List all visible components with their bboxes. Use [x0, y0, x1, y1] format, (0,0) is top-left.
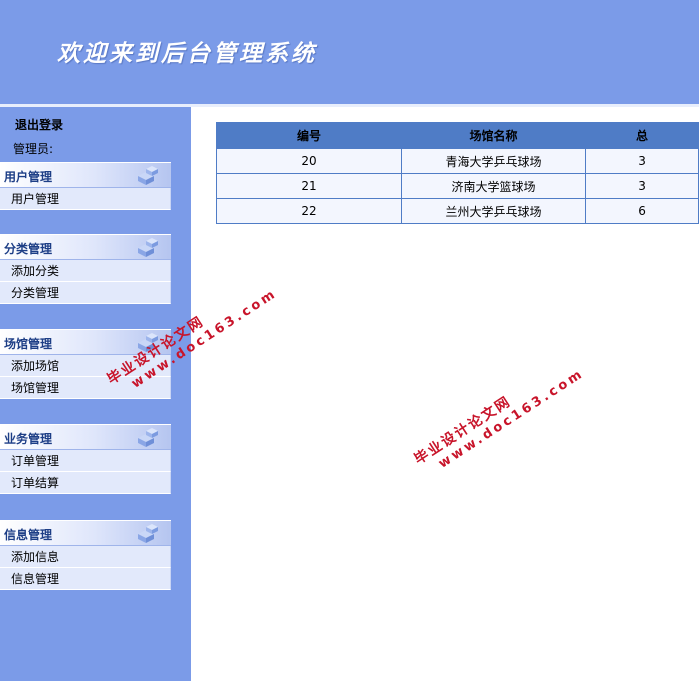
menu-group-info: 信息管理 添加信息 信息管理 — [0, 520, 171, 590]
admin-label: 管理员: — [13, 142, 54, 156]
menu-header-info[interactable]: 信息管理 — [0, 520, 171, 546]
column-header-id: 编号 — [215, 122, 403, 149]
cell-id: 22 — [215, 198, 403, 224]
menu-header-label: 信息管理 — [4, 528, 53, 542]
cubes-icon — [138, 238, 158, 257]
venue-table: 编号 场馆名称 总 20 青海大学乒乓球场 3 21 济南大学篮球场 3 22 … — [215, 122, 699, 224]
menu-header-categories[interactable]: 分类管理 — [0, 234, 171, 260]
logout-link[interactable]: 退出登录 — [15, 116, 63, 133]
cell-total: 3 — [585, 148, 699, 174]
menu-item-user-management[interactable]: 用户管理 — [0, 188, 171, 210]
table-row[interactable]: 22 兰州大学乒乓球场 6 — [215, 198, 699, 224]
menu-header-venues[interactable]: 场馆管理 — [0, 329, 171, 355]
cell-venue-name: 青海大学乒乓球场 — [401, 148, 587, 174]
page-title: 欢迎来到后台管理系统 — [57, 40, 317, 67]
menu-item-order-management[interactable]: 订单管理 — [0, 450, 171, 472]
menu-item-info-management[interactable]: 信息管理 — [0, 568, 171, 590]
menu-group-venues: 场馆管理 添加场馆 场馆管理 — [0, 329, 171, 399]
table-row[interactable]: 20 青海大学乒乓球场 3 — [215, 148, 699, 174]
column-header-venue-name: 场馆名称 — [401, 122, 587, 149]
cubes-icon — [138, 166, 158, 185]
cell-venue-name: 济南大学篮球场 — [401, 173, 587, 199]
menu-group-categories: 分类管理 添加分类 分类管理 — [0, 234, 171, 304]
menu-item-add-info[interactable]: 添加信息 — [0, 546, 171, 568]
menu-item-order-settlement[interactable]: 订单结算 — [0, 472, 171, 494]
menu-item-category-management[interactable]: 分类管理 — [0, 282, 171, 304]
cell-id: 21 — [215, 173, 403, 199]
menu-header-users[interactable]: 用户管理 — [0, 162, 171, 188]
menu-group-users: 用户管理 用户管理 — [0, 162, 171, 210]
menu-item-venue-management[interactable]: 场馆管理 — [0, 377, 171, 399]
menu-header-label: 场馆管理 — [4, 337, 53, 351]
menu-item-add-category[interactable]: 添加分类 — [0, 260, 171, 282]
header-banner: 欢迎来到后台管理系统 — [0, 0, 699, 107]
cell-total: 6 — [585, 198, 699, 224]
table-row[interactable]: 21 济南大学篮球场 3 — [215, 173, 699, 199]
cubes-icon — [138, 524, 158, 543]
menu-header-business[interactable]: 业务管理 — [0, 424, 171, 450]
menu-header-label: 业务管理 — [4, 432, 53, 446]
cell-venue-name: 兰州大学乒乓球场 — [401, 198, 587, 224]
menu-header-label: 用户管理 — [4, 170, 53, 184]
sidebar: 退出登录 管理员: 用户管理 用户管理 分类管理 添加分类 分类管理 场馆管理 … — [0, 107, 191, 681]
column-header-total: 总 — [585, 122, 699, 149]
main-content: 编号 场馆名称 总 20 青海大学乒乓球场 3 21 济南大学篮球场 3 22 … — [191, 107, 699, 681]
cell-id: 20 — [215, 148, 403, 174]
cubes-icon — [138, 333, 158, 352]
cubes-icon — [138, 428, 158, 447]
menu-header-label: 分类管理 — [4, 242, 53, 256]
menu-item-add-venue[interactable]: 添加场馆 — [0, 355, 171, 377]
table-header-row: 编号 场馆名称 总 — [215, 122, 699, 149]
menu-group-business: 业务管理 订单管理 订单结算 — [0, 424, 171, 494]
cell-total: 3 — [585, 173, 699, 199]
